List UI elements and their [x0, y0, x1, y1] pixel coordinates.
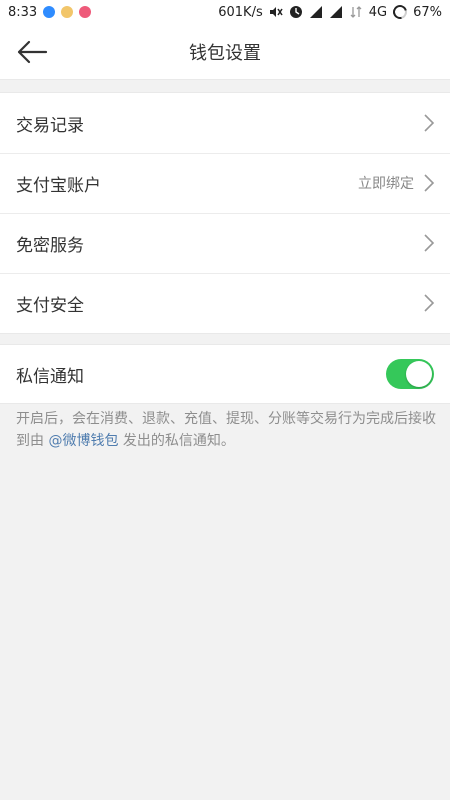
- toggle-knob: [406, 361, 432, 387]
- settings-item-label: 支付安全: [16, 295, 84, 316]
- data-arrows-icon: [350, 6, 362, 18]
- chevron-right-icon: [424, 114, 435, 132]
- settings-item-label: 免密服务: [16, 235, 84, 256]
- notification-dot-icon: [61, 6, 74, 18]
- signal-icon: [329, 6, 342, 18]
- notification-dot-icon: [79, 6, 92, 18]
- signal-icon: [309, 6, 322, 18]
- status-time: 8:33: [8, 4, 38, 20]
- notification-setting-row: 私信通知: [0, 344, 450, 404]
- settings-item-value: 立即绑定: [358, 176, 414, 192]
- battery-ring-icon: [390, 2, 410, 22]
- notification-description: 开启后，会在消费、退款、充值、提现、分账等交易行为完成后接收到由 @微博钱包 发…: [16, 408, 436, 452]
- back-arrow-icon: [17, 40, 48, 64]
- back-button[interactable]: [12, 32, 52, 72]
- page-title: 钱包设置: [189, 42, 261, 64]
- chevron-right-icon: [424, 174, 435, 192]
- settings-item-password-free-service[interactable]: 免密服务: [0, 213, 450, 273]
- notification-label: 私信通知: [16, 366, 84, 387]
- status-bar-right: 601K/s 4G 67%: [218, 2, 442, 22]
- notification-dot-icon: [43, 6, 56, 18]
- network-type: 4G: [368, 4, 388, 20]
- status-bar: 8:33 601K/s 4G 67%: [0, 0, 450, 24]
- settings-item-payment-security[interactable]: 支付安全: [0, 273, 450, 333]
- chevron-right-icon: [424, 294, 435, 312]
- notification-toggle[interactable]: [386, 359, 434, 389]
- settings-item-alipay-account[interactable]: 支付宝账户 立即绑定: [0, 153, 450, 213]
- settings-item-label: 交易记录: [16, 115, 84, 136]
- nav-bar: 钱包设置: [0, 24, 450, 80]
- network-speed: 601K/s: [218, 4, 263, 20]
- weibo-wallet-link[interactable]: @微博钱包: [48, 433, 118, 449]
- settings-item-label: 支付宝账户: [16, 175, 101, 196]
- mute-icon: [269, 7, 283, 17]
- battery-level: 67%: [413, 4, 442, 20]
- wallet-settings-screen: 8:33 601K/s 4G 67% 钱包设置 交易记录 支付宝账户 立即绑定 …: [0, 0, 450, 800]
- chevron-right-icon: [424, 234, 435, 252]
- settings-list: 交易记录 支付宝账户 立即绑定 免密服务 支付安全: [0, 92, 450, 334]
- settings-item-transaction-records[interactable]: 交易记录: [0, 93, 450, 153]
- alarm-icon: [289, 6, 302, 18]
- description-text: 发出的私信通知。: [118, 433, 235, 449]
- status-bar-left: 8:33: [8, 4, 92, 20]
